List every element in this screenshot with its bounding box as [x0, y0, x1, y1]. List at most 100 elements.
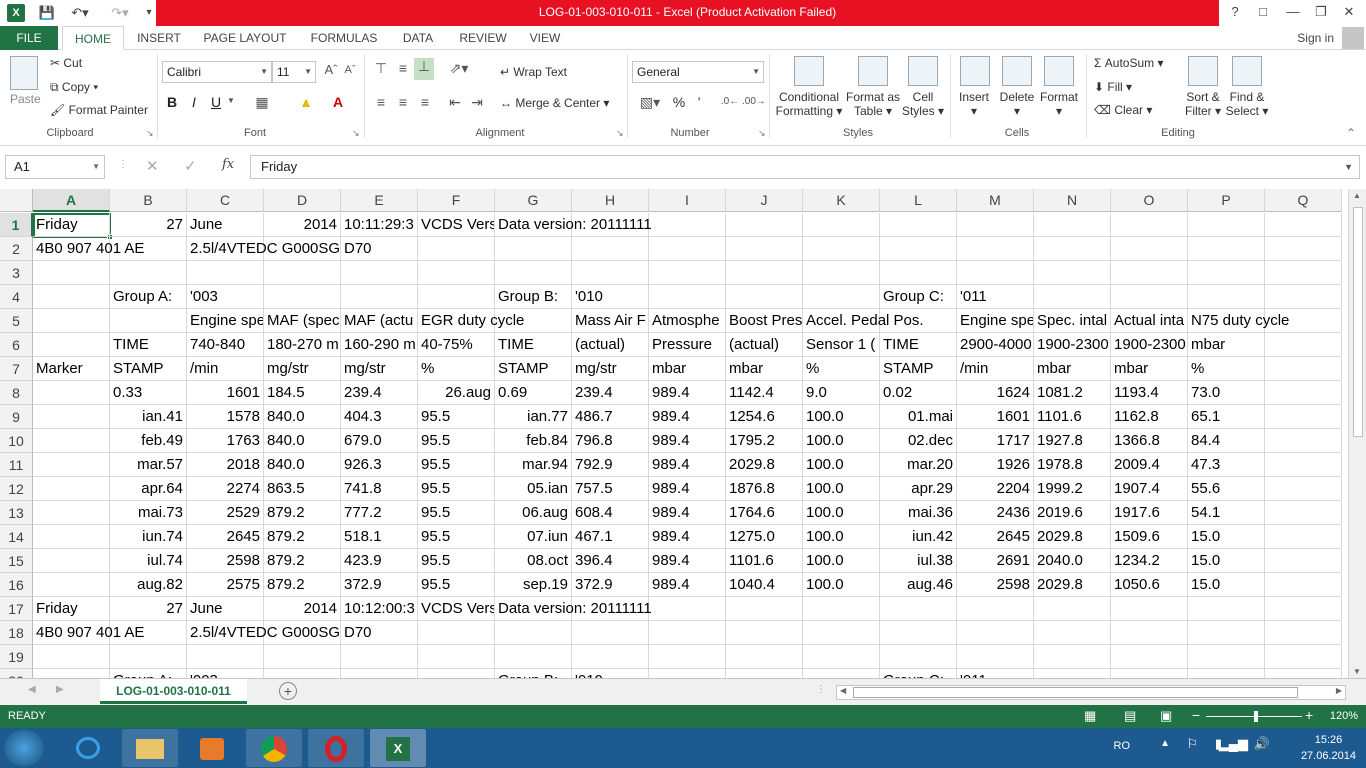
- cell-p9[interactable]: 65.1: [1188, 405, 1265, 429]
- cell-j6[interactable]: (actual): [726, 333, 803, 357]
- tab-file[interactable]: FILE: [0, 26, 58, 50]
- cell-h20[interactable]: '010: [572, 669, 649, 678]
- italic-button[interactable]: I: [186, 94, 202, 110]
- cell-m2[interactable]: [957, 237, 1034, 261]
- cell-l17[interactable]: [880, 597, 957, 621]
- font-size-combo[interactable]: 11 ▼: [272, 61, 316, 83]
- cell-g16[interactable]: sep.19: [495, 573, 572, 597]
- cell-g10[interactable]: feb.84: [495, 429, 572, 453]
- column-header-e[interactable]: E: [341, 189, 418, 212]
- cell-m14[interactable]: 2645: [957, 525, 1034, 549]
- cell-o12[interactable]: 1907.4: [1111, 477, 1188, 501]
- collapse-ribbon-icon[interactable]: ⌃: [1346, 126, 1356, 140]
- scroll-right-icon[interactable]: ▶: [1336, 686, 1342, 695]
- cell-k2[interactable]: [803, 237, 880, 261]
- cell-e2[interactable]: D70: [341, 237, 418, 261]
- cell-a11[interactable]: [33, 453, 110, 477]
- cell-i1[interactable]: [649, 213, 726, 237]
- cell-f5[interactable]: EGR duty cycle: [418, 309, 524, 333]
- cell-g19[interactable]: [495, 645, 572, 669]
- cell-m3[interactable]: [957, 261, 1034, 285]
- cell-c18[interactable]: 2.5l/4VTEDC G000SG: [187, 621, 340, 645]
- cell-m5[interactable]: Engine spe: [957, 309, 1034, 333]
- internet-explorer-icon[interactable]: [60, 729, 116, 767]
- split-handle-icon[interactable]: ⋮: [816, 684, 826, 695]
- cell-o9[interactable]: 1162.8: [1111, 405, 1188, 429]
- cell-e18[interactable]: D70: [341, 621, 418, 645]
- column-header-f[interactable]: F: [418, 189, 495, 212]
- opera-icon[interactable]: [308, 729, 364, 767]
- cell-c20[interactable]: '003: [187, 669, 264, 678]
- cell-k5[interactable]: Accel. Pedal Pos.: [803, 309, 924, 333]
- cell-l6[interactable]: TIME: [880, 333, 957, 357]
- cell-f11[interactable]: 95.5: [418, 453, 495, 477]
- cell-j4[interactable]: [726, 285, 803, 309]
- cell-k10[interactable]: 100.0: [803, 429, 880, 453]
- cell-k3[interactable]: [803, 261, 880, 285]
- cell-n18[interactable]: [1034, 621, 1111, 645]
- save-icon[interactable]: 💾: [36, 3, 58, 23]
- cell-h14[interactable]: 467.1: [572, 525, 649, 549]
- fill-button[interactable]: ⬇ Fill ▾: [1094, 80, 1132, 94]
- row-header-15[interactable]: 15: [0, 549, 33, 573]
- cell-h12[interactable]: 757.5: [572, 477, 649, 501]
- middle-align-icon[interactable]: ≡: [394, 60, 412, 76]
- cell-c10[interactable]: 1763: [187, 429, 264, 453]
- vertical-scrollbar[interactable]: ▲ ▼: [1348, 189, 1366, 678]
- cell-e15[interactable]: 423.9: [341, 549, 418, 573]
- cell-h4[interactable]: '010: [572, 285, 649, 309]
- cell-c6[interactable]: 740-840: [187, 333, 264, 357]
- cell-o18[interactable]: [1111, 621, 1188, 645]
- tab-view[interactable]: VIEW: [522, 26, 568, 50]
- cell-q1[interactable]: [1265, 213, 1342, 237]
- align-right-icon[interactable]: ≡: [416, 94, 434, 110]
- cell-e16[interactable]: 372.9: [341, 573, 418, 597]
- cell-c8[interactable]: 1601: [187, 381, 264, 405]
- cell-b9[interactable]: ian.41: [110, 405, 187, 429]
- cell-m1[interactable]: [957, 213, 1034, 237]
- cell-q3[interactable]: [1265, 261, 1342, 285]
- bottom-align-icon[interactable]: ⊥: [414, 58, 434, 80]
- cell-f1[interactable]: VCDS Vers: [418, 213, 495, 237]
- cell-m13[interactable]: 2436: [957, 501, 1034, 525]
- help-button[interactable]: ?: [1222, 2, 1248, 22]
- cell-f16[interactable]: 95.5: [418, 573, 495, 597]
- cell-g6[interactable]: TIME: [495, 333, 572, 357]
- cell-h7[interactable]: mg/str: [572, 357, 649, 381]
- autosum-button[interactable]: Σ AutoSum ▾: [1094, 56, 1163, 70]
- cell-e11[interactable]: 926.3: [341, 453, 418, 477]
- cell-m4[interactable]: '011: [957, 285, 1034, 309]
- cell-i9[interactable]: 989.4: [649, 405, 726, 429]
- cell-o19[interactable]: [1111, 645, 1188, 669]
- cell-q15[interactable]: [1265, 549, 1342, 573]
- normal-view-icon[interactable]: ▦: [1084, 708, 1096, 724]
- row-header-12[interactable]: 12: [0, 477, 33, 501]
- cell-n16[interactable]: 2029.8: [1034, 573, 1111, 597]
- cell-g9[interactable]: ian.77: [495, 405, 572, 429]
- cell-b3[interactable]: [110, 261, 187, 285]
- cell-o4[interactable]: [1111, 285, 1188, 309]
- cell-b14[interactable]: iun.74: [110, 525, 187, 549]
- cell-l13[interactable]: mai.36: [880, 501, 957, 525]
- cell-m11[interactable]: 1926: [957, 453, 1034, 477]
- clock[interactable]: 15:26 27.06.2014: [1301, 732, 1356, 764]
- language-indicator[interactable]: RO: [1114, 728, 1131, 764]
- alignment-launcher-icon[interactable]: ↘: [616, 128, 624, 139]
- insert-cells-button[interactable]: Insert ▾: [952, 90, 996, 118]
- cell-f9[interactable]: 95.5: [418, 405, 495, 429]
- cell-n4[interactable]: [1034, 285, 1111, 309]
- cell-n7[interactable]: mbar: [1034, 357, 1111, 381]
- cell-e17[interactable]: 10:12:00:3: [341, 597, 418, 621]
- cell-k4[interactable]: [803, 285, 880, 309]
- cell-e8[interactable]: 239.4: [341, 381, 418, 405]
- row-header-2[interactable]: 2: [0, 237, 33, 261]
- cell-m16[interactable]: 2598: [957, 573, 1034, 597]
- underline-button[interactable]: U: [208, 94, 224, 110]
- cell-o20[interactable]: [1111, 669, 1188, 678]
- cell-f19[interactable]: [418, 645, 495, 669]
- cell-i6[interactable]: Pressure: [649, 333, 726, 357]
- cell-f7[interactable]: %: [418, 357, 495, 381]
- cell-a13[interactable]: [33, 501, 110, 525]
- cell-j11[interactable]: 2029.8: [726, 453, 803, 477]
- cell-d3[interactable]: [264, 261, 341, 285]
